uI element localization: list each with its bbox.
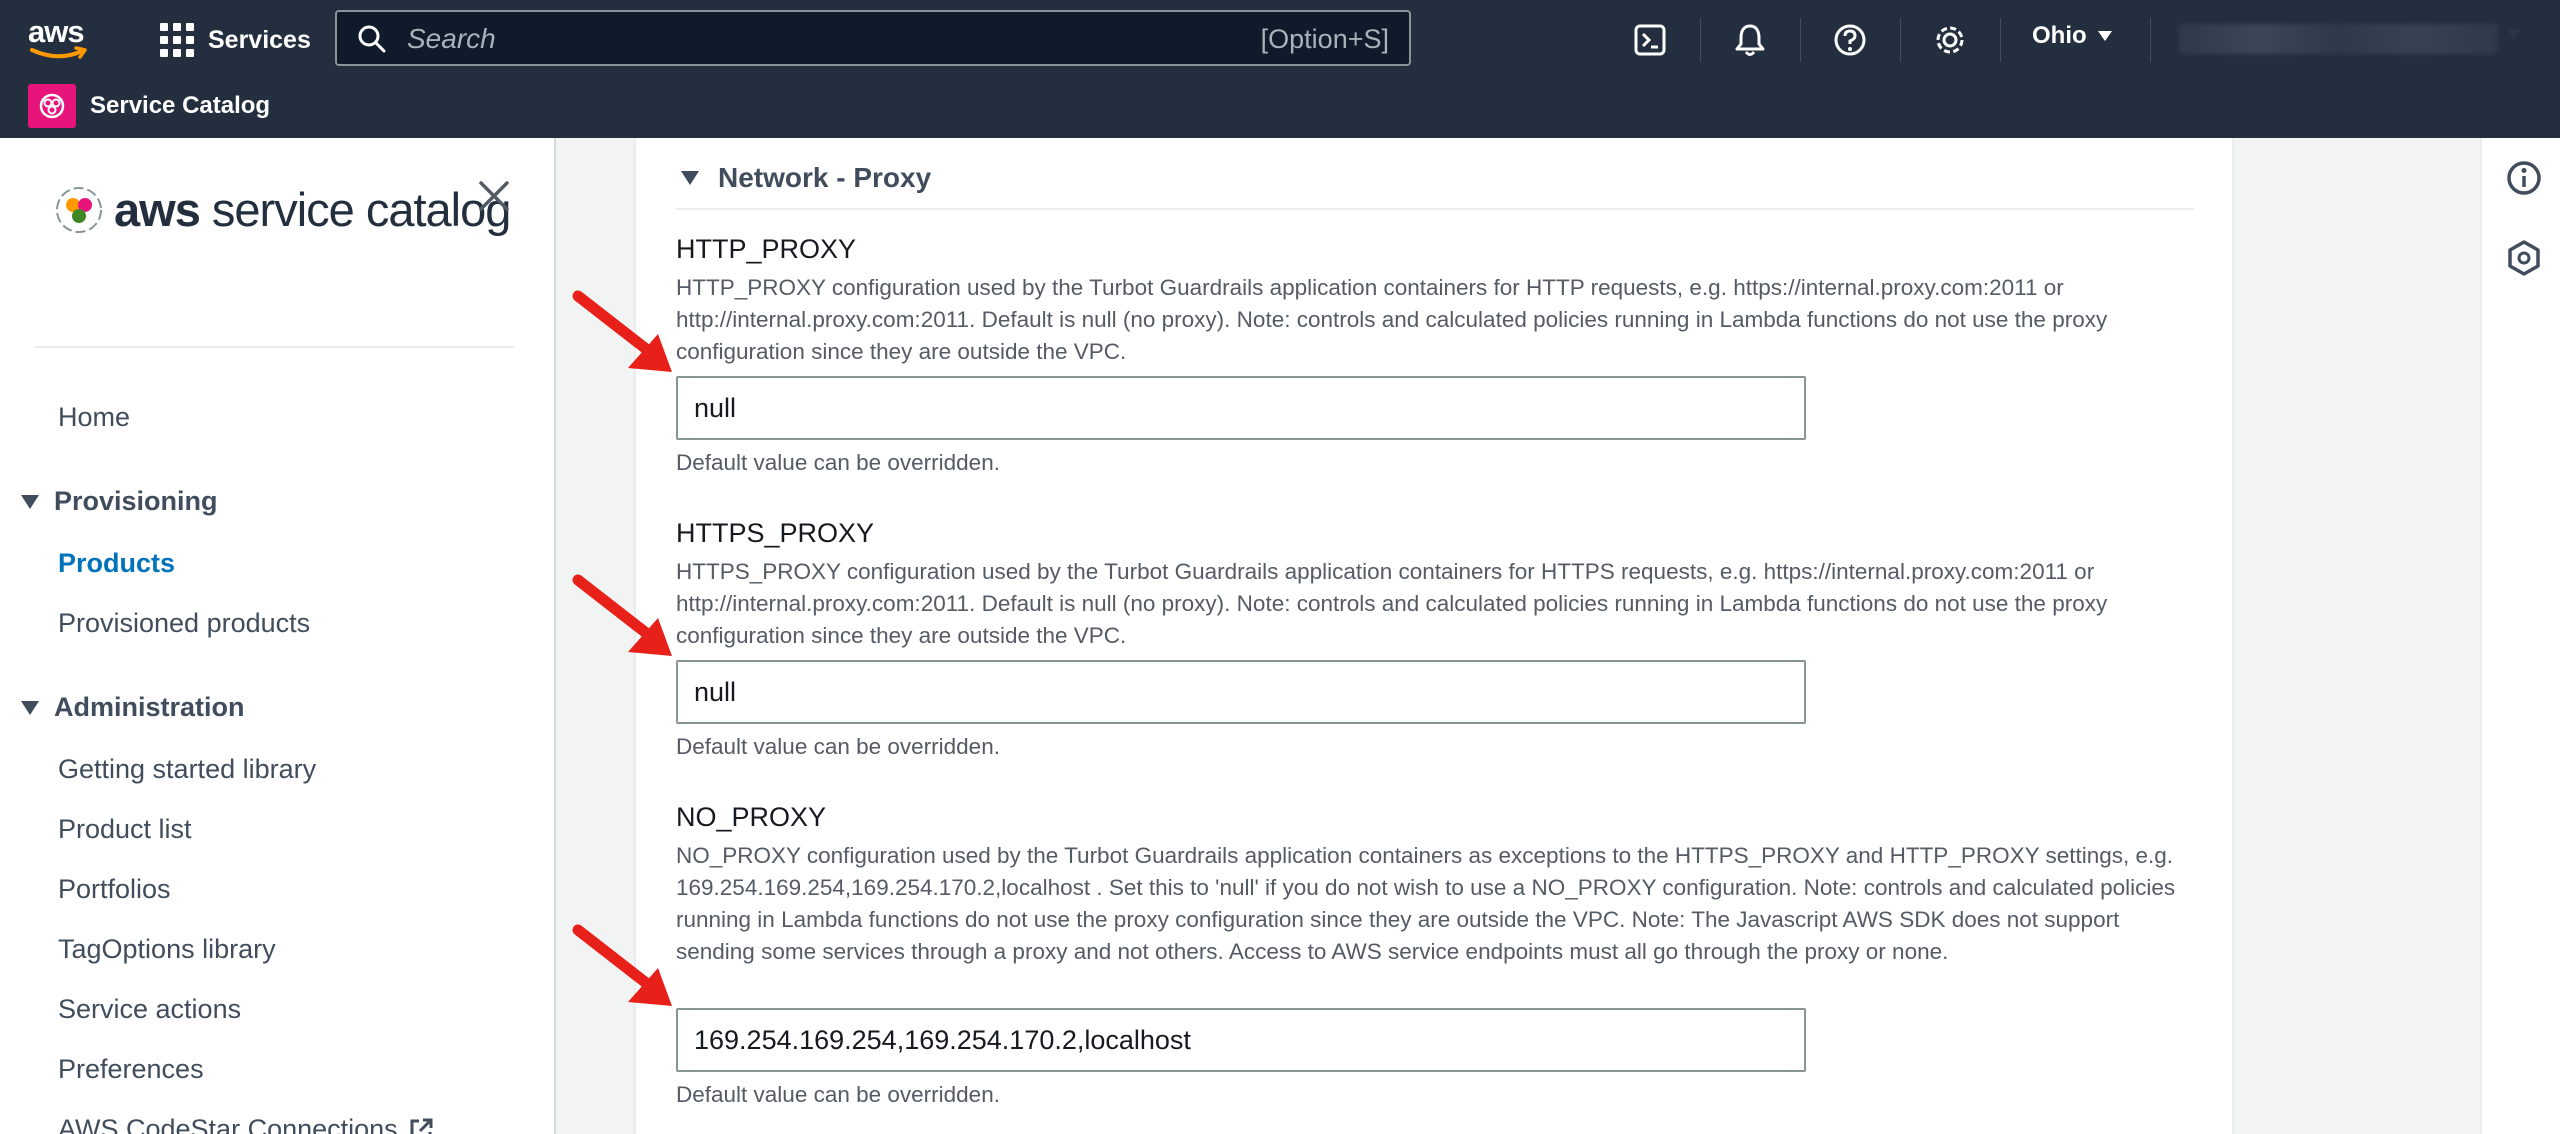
account-menu-redacted[interactable]: [2178, 24, 2498, 54]
aws-logo[interactable]: aws: [28, 14, 96, 64]
side-navigation: aws service catalog Home Provisioning Pr…: [0, 138, 556, 1134]
services-menu-button[interactable]: Services: [160, 18, 311, 62]
aws-smile-icon: [30, 46, 87, 59]
sidebar-item-home[interactable]: Home: [58, 402, 130, 433]
caret-down-icon: [21, 494, 39, 509]
bell-icon[interactable]: [1730, 20, 1770, 60]
search-icon: [357, 24, 387, 59]
service-catalog-logo: aws service catalog: [52, 182, 511, 237]
sidebar-item-getting-started-library[interactable]: Getting started library: [58, 754, 316, 785]
annotation-arrow-icon: [572, 290, 672, 372]
sidebar-item-products[interactable]: Products: [58, 548, 175, 579]
http-proxy-description: HTTP_PROXY configuration used by the Tur…: [676, 275, 2108, 364]
no-proxy-hint: Default value can be overridden.: [676, 1082, 1000, 1107]
caret-down-icon: [681, 171, 699, 185]
caret-down-icon: [2097, 31, 2112, 41]
search-shortcut-hint: [Option+S]: [1260, 24, 1389, 54]
caret-down-icon: [21, 700, 39, 715]
https-proxy-description: HTTPS_PROXY configuration used by the Tu…: [676, 559, 2108, 648]
sidebar-item-portfolios[interactable]: Portfolios: [58, 874, 171, 905]
gear-icon[interactable]: [1930, 20, 1970, 60]
http-proxy-label: HTTP_PROXY: [676, 234, 857, 264]
https-proxy-hint: Default value can be overridden.: [676, 734, 1000, 759]
nav-separator: [2000, 18, 2001, 62]
search-bar[interactable]: [Option+S]: [335, 10, 1411, 66]
help-icon[interactable]: [1830, 20, 1870, 60]
no-proxy-input[interactable]: [676, 1008, 1806, 1072]
top-navigation: aws Services [Option+S] Ohio: [0, 0, 2560, 138]
sidebar-item-codestar-connections[interactable]: AWS CodeStar Connections: [58, 1114, 434, 1134]
sidebar-section-administration[interactable]: Administration: [20, 692, 245, 723]
no-proxy-description: NO_PROXY configuration used by the Turbo…: [676, 843, 2176, 964]
right-tools-rail: [2480, 138, 2560, 1134]
sidebar-divider: [34, 346, 514, 348]
sidebar-item-provisioned-products[interactable]: Provisioned products: [58, 608, 310, 639]
feedback-icon[interactable]: [2504, 238, 2544, 278]
caret-down-icon[interactable]: [2506, 28, 2522, 40]
http-proxy-hint: Default value can be overridden.: [676, 450, 1000, 475]
parameters-panel: Network - Proxy HTTP_PROXY HTTP_PROXY co…: [634, 138, 2234, 1134]
no-proxy-label: NO_PROXY: [676, 802, 827, 832]
cloudshell-icon[interactable]: [1630, 20, 1670, 60]
section-divider: [676, 208, 2194, 210]
annotation-arrow-icon: [572, 574, 672, 656]
close-icon[interactable]: [476, 178, 512, 214]
region-selector[interactable]: Ohio: [2032, 22, 2113, 50]
service-breadcrumb[interactable]: Service Catalog: [28, 84, 270, 128]
nav-separator: [1900, 18, 1901, 62]
search-input[interactable]: [405, 20, 1169, 58]
sidebar-item-preferences[interactable]: Preferences: [58, 1054, 204, 1085]
http-proxy-input[interactable]: [676, 376, 1806, 440]
sidebar-item-tagoptions-library[interactable]: TagOptions library: [58, 934, 276, 965]
nav-separator: [1700, 18, 1701, 62]
nav-separator: [2150, 18, 2151, 62]
service-catalog-icon: [28, 84, 76, 128]
nav-separator: [1800, 18, 1801, 62]
service-catalog-logo-icon: [56, 186, 102, 233]
sidebar-item-product-list[interactable]: Product list: [58, 814, 192, 845]
sidebar-item-service-actions[interactable]: Service actions: [58, 994, 241, 1025]
grid-icon: [160, 23, 194, 57]
https-proxy-label: HTTPS_PROXY: [676, 518, 875, 548]
info-icon[interactable]: [2504, 158, 2544, 198]
https-proxy-input[interactable]: [676, 660, 1806, 724]
network-proxy-section-toggle[interactable]: Network - Proxy: [680, 162, 931, 194]
sidebar-section-provisioning[interactable]: Provisioning: [20, 486, 218, 517]
external-link-icon: [410, 1118, 433, 1134]
annotation-arrow-icon: [572, 924, 672, 1006]
